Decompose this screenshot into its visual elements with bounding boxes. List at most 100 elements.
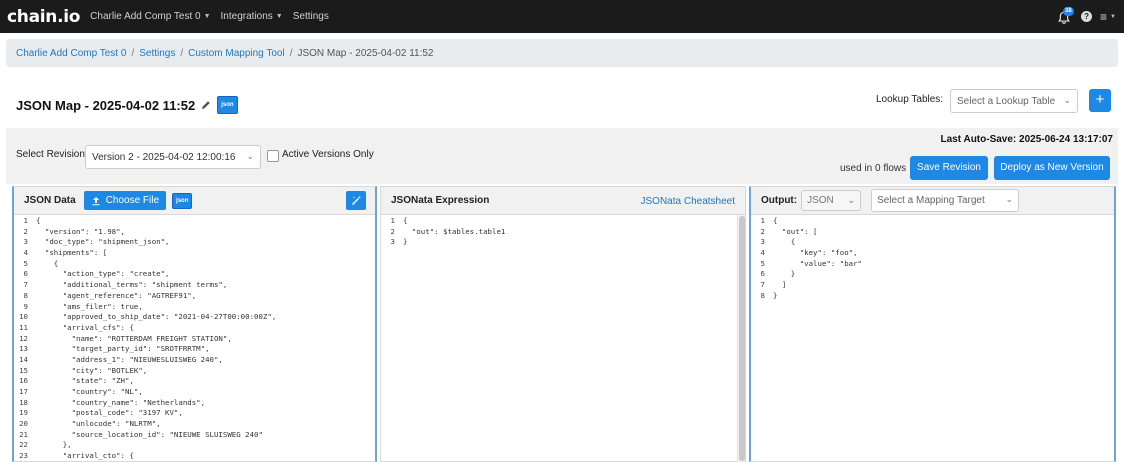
line-number: 16 bbox=[19, 376, 28, 386]
code-line: 9 "ams_filer": true, bbox=[14, 302, 375, 313]
line-number: 21 bbox=[19, 429, 28, 439]
code-line: 4 "key": "foo", bbox=[751, 248, 1114, 259]
caret-down-icon: ▼ bbox=[1110, 13, 1116, 20]
bell-icon[interactable]: 38 bbox=[1057, 6, 1074, 25]
code-text: "out": $tables.table1 bbox=[403, 226, 506, 236]
line-number: 17 bbox=[19, 387, 28, 396]
json-type-tag: json bbox=[172, 192, 193, 209]
help-icon[interactable]: ? bbox=[1081, 11, 1093, 22]
code-line: 16 "state": "ZH", bbox=[14, 376, 375, 387]
breadcrumb-current: JSON Map - 2025-04-02 11:52 bbox=[297, 47, 434, 59]
expression-scrollbar[interactable] bbox=[737, 215, 745, 462]
code-line: 3 "doc_type": "shipment_json", bbox=[14, 237, 375, 248]
json-data-title: JSON Data bbox=[24, 195, 76, 206]
code-line: 23 "arrival_cto": { bbox=[14, 451, 375, 462]
line-number: 4 bbox=[760, 248, 765, 258]
lookup-tables-label: Lookup Tables: bbox=[876, 94, 944, 105]
line-number: 3 bbox=[760, 237, 765, 247]
chevron-down-icon: ⌄ bbox=[246, 151, 254, 161]
last-auto-save: Last Auto-Save: 2025-06-24 13:17:07 bbox=[940, 134, 1114, 145]
code-text: "name": "ROTTERDAM FREIGHT STATION", bbox=[36, 333, 232, 343]
code-line: 14 "address_1": "NIEUWESLUISWEG 240", bbox=[14, 355, 375, 366]
deploy-new-version-button[interactable]: Deploy as New Version bbox=[994, 156, 1110, 180]
lookup-table-select[interactable]: Select a Lookup Table ⌄ bbox=[950, 89, 1078, 113]
code-line: 11 "arrival_cfs": { bbox=[14, 323, 375, 334]
active-versions-checkbox[interactable] bbox=[267, 150, 279, 162]
line-number: 11 bbox=[19, 322, 28, 332]
code-line: 10 "approved_to_ship_date": "2021-04-27T… bbox=[14, 312, 375, 323]
line-number: 20 bbox=[19, 419, 28, 429]
output-header: Output: JSON ⌄ Select a Mapping Target ⌄ bbox=[751, 187, 1114, 215]
save-revision-button[interactable]: Save Revision bbox=[910, 156, 988, 180]
code-text: "postal_code": "3197 KV", bbox=[36, 408, 183, 418]
code-line: 6 "action_type": "create", bbox=[14, 269, 375, 280]
line-number: 9 bbox=[23, 301, 28, 311]
code-line: 1{ bbox=[751, 216, 1114, 227]
jsonata-expression-title: JSONata Expression bbox=[391, 195, 490, 206]
code-text: "arrival_cto": { bbox=[36, 451, 134, 461]
line-number: 6 bbox=[760, 269, 765, 279]
code-line: 1{ bbox=[14, 216, 375, 227]
code-text: "action_type": "create", bbox=[36, 269, 170, 279]
format-wand-button[interactable] bbox=[346, 191, 366, 210]
code-text: "shipments": [ bbox=[36, 248, 108, 258]
code-text: "value": "bar" bbox=[773, 258, 862, 268]
line-number: 10 bbox=[19, 312, 28, 322]
jsonata-expression-editor[interactable]: 1{2 "out": $tables.table1 3} bbox=[381, 215, 745, 248]
code-text: { bbox=[403, 216, 408, 225]
line-number: 7 bbox=[760, 280, 765, 290]
line-number: 5 bbox=[23, 258, 28, 268]
code-line: 3 { bbox=[751, 237, 1114, 248]
code-line: 15 "city": "BOTLEK", bbox=[14, 366, 375, 377]
breadcrumb: Charlie Add Comp Test 0 / Settings / Cus… bbox=[6, 39, 1118, 67]
breadcrumb-custom-mapping-tool[interactable]: Custom Mapping Tool bbox=[188, 48, 285, 59]
code-line: 8} bbox=[751, 291, 1114, 302]
json-data-editor[interactable]: 1{2 "version": "1.98", 3 "doc_type": "shi… bbox=[14, 215, 375, 462]
chevron-down-icon: ⌄ bbox=[1005, 194, 1014, 204]
breadcrumb-settings[interactable]: Settings bbox=[139, 48, 175, 59]
nav-settings-link[interactable]: Settings bbox=[293, 11, 329, 22]
line-number: 4 bbox=[23, 248, 28, 258]
jsonata-expression-panel: JSONata Expression JSONata Cheatsheet 1{… bbox=[380, 186, 746, 462]
menu-icon[interactable]: ≡ ▼ bbox=[1100, 10, 1116, 24]
code-line: 1{ bbox=[381, 216, 745, 227]
code-line: 13 "target_party_id": "SROTFRRTM", bbox=[14, 344, 375, 355]
jsonata-expression-header: JSONata Expression JSONata Cheatsheet bbox=[381, 187, 745, 215]
code-line: 7 ] bbox=[751, 280, 1114, 291]
revision-select[interactable]: Version 2 - 2025-04-02 12:00:16 ⌄ bbox=[85, 145, 261, 169]
code-text: "country_name": "Netherlands", bbox=[36, 397, 206, 407]
output-title: Output: bbox=[761, 195, 798, 206]
line-number: 8 bbox=[23, 290, 28, 300]
code-text: "address_1": "NIEUWESLUISWEG 240", bbox=[36, 354, 223, 364]
line-number: 1 bbox=[760, 216, 765, 225]
code-text: } bbox=[403, 237, 408, 247]
line-number: 7 bbox=[23, 280, 28, 290]
code-line: 12 "name": "ROTTERDAM FREIGHT STATION", bbox=[14, 334, 375, 345]
nav-integrations-menu[interactable]: Integrations ▼ bbox=[221, 11, 283, 22]
code-line: 18 "country_name": "Netherlands", bbox=[14, 398, 375, 409]
choose-file-button[interactable]: Choose File bbox=[83, 191, 167, 210]
caret-down-icon: ▼ bbox=[203, 13, 211, 20]
breadcrumb-company[interactable]: Charlie Add Comp Test 0 bbox=[16, 48, 126, 59]
line-number: 18 bbox=[19, 397, 28, 407]
mapping-target-select[interactable]: Select a Mapping Target ⌄ bbox=[871, 189, 1020, 212]
jsonata-cheatsheet-link[interactable]: JSONata Cheatsheet bbox=[641, 196, 736, 207]
line-number: 3 bbox=[23, 237, 28, 247]
code-text: } bbox=[773, 269, 796, 279]
chevron-down-icon: ⌄ bbox=[847, 195, 856, 205]
nav-company-menu[interactable]: Charlie Add Comp Test 0 ▼ bbox=[90, 11, 210, 22]
output-format-select[interactable]: JSON ⌄ bbox=[801, 190, 862, 211]
code-line: 7 "additional_terms": "shipment terms", bbox=[14, 280, 375, 291]
add-lookup-table-button[interactable]: + bbox=[1089, 89, 1111, 112]
line-number: 5 bbox=[760, 258, 765, 268]
flows-usage-text: used in 0 flows bbox=[840, 163, 907, 174]
pencil-icon[interactable] bbox=[201, 100, 211, 110]
code-line: 4 "shipments": [ bbox=[14, 248, 375, 259]
code-text: "additional_terms": "shipment terms", bbox=[36, 280, 228, 290]
output-viewer: 1{2 "out": [3 {4 "key": "foo", 5 "value":… bbox=[751, 215, 1114, 302]
code-line: 5 "value": "bar" bbox=[751, 259, 1114, 270]
scrollbar-thumb[interactable] bbox=[739, 216, 745, 461]
chevron-down-icon: ⌄ bbox=[1063, 95, 1071, 105]
code-text: } bbox=[773, 290, 778, 300]
logo[interactable]: chain.io bbox=[7, 7, 80, 27]
